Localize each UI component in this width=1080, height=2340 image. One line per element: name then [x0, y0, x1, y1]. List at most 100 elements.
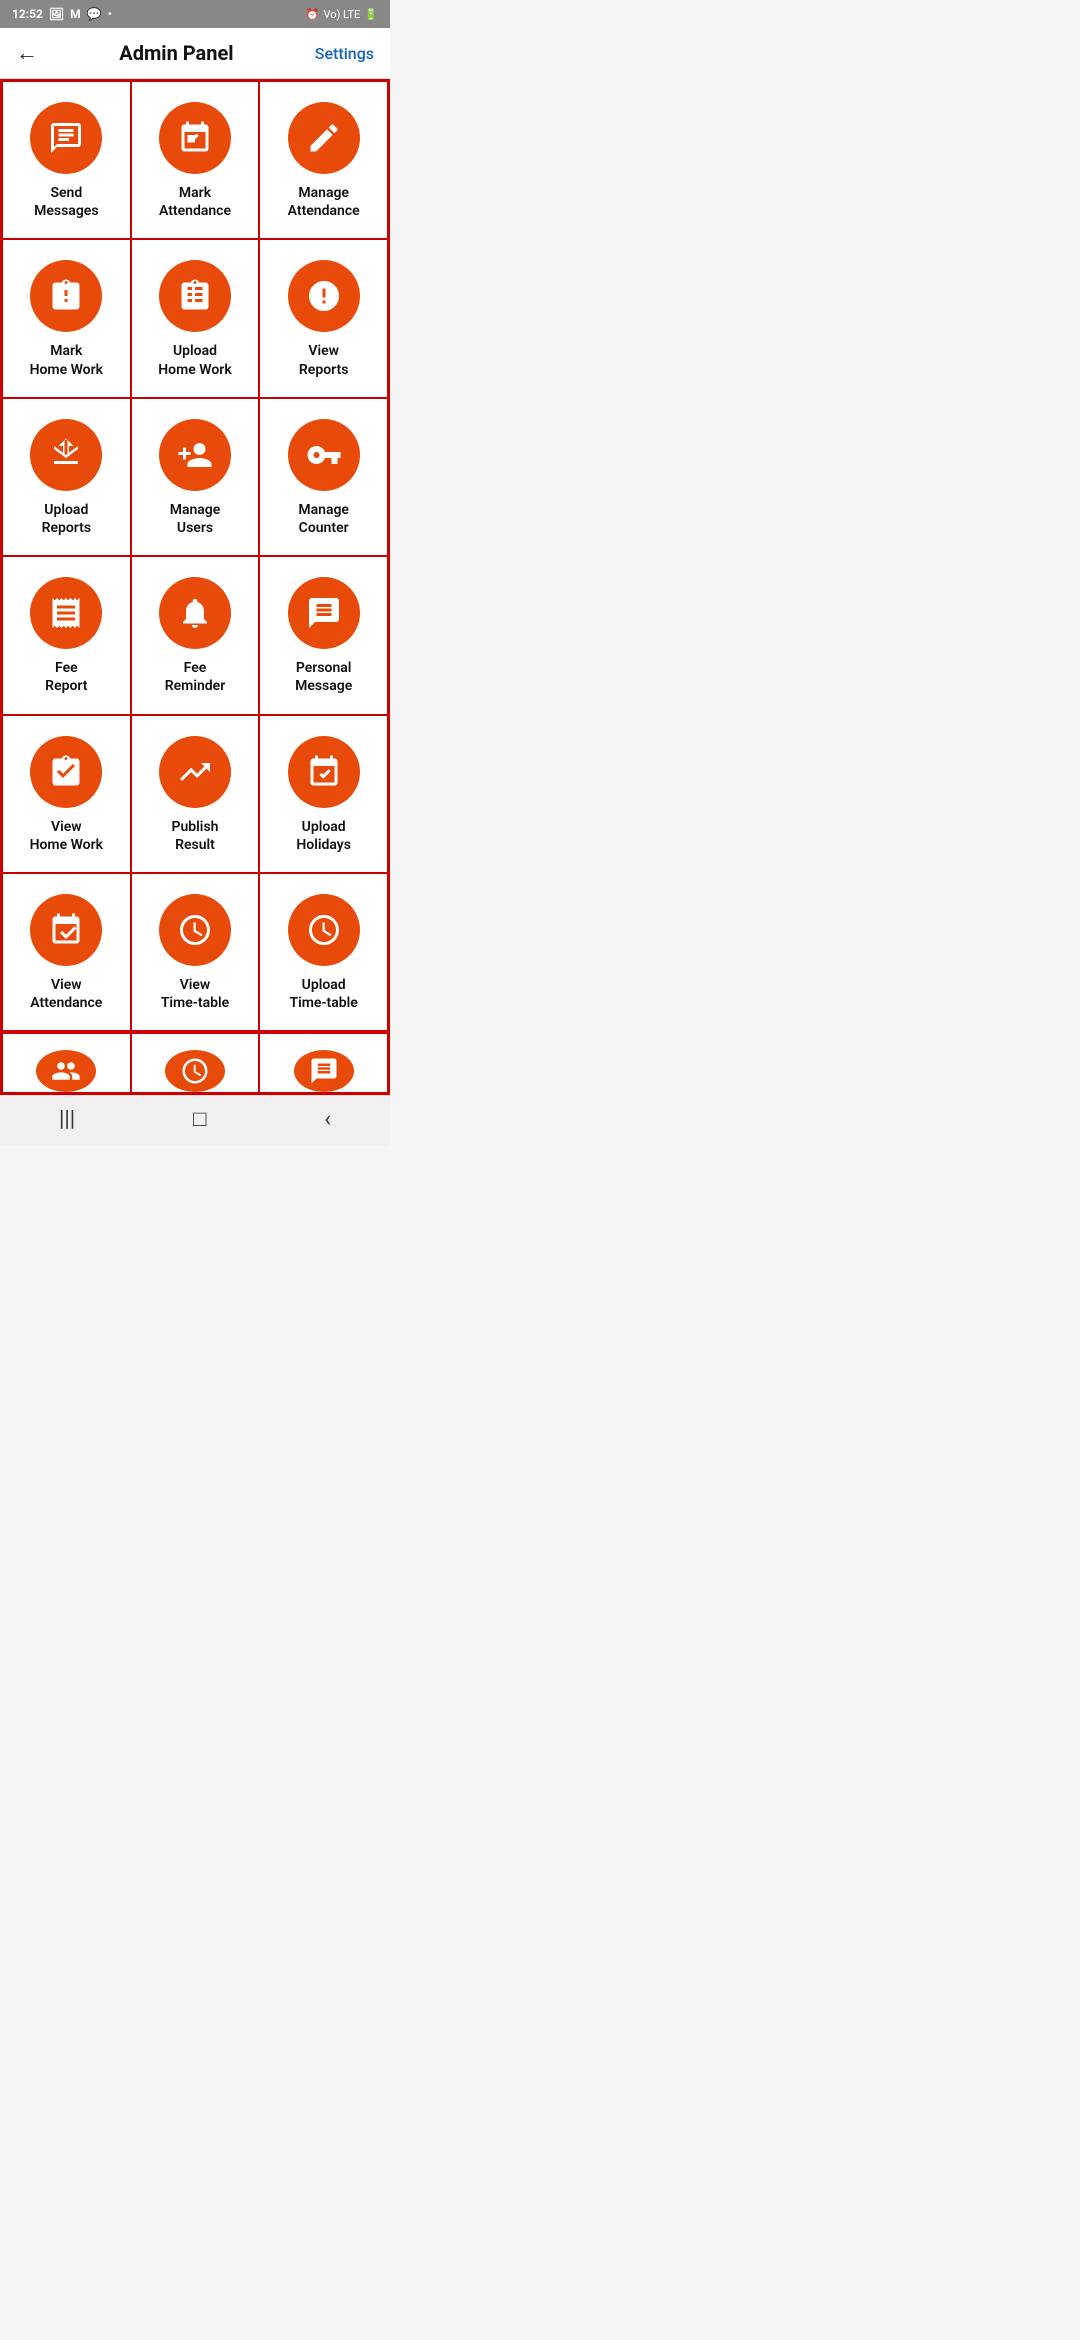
view-homework-label: ViewHome Work	[30, 818, 103, 854]
page-title: Admin Panel	[119, 41, 233, 65]
status-right: ⏰ Vo) LTE 🔋	[306, 8, 378, 21]
top-nav: ← Admin Panel Settings	[0, 28, 390, 79]
grid-item-fee-reminder[interactable]: FeeReminder	[131, 556, 260, 714]
photo-icon: 🖼	[49, 7, 64, 21]
manage-attendance-icon-circle	[288, 102, 360, 174]
clock-icon	[177, 912, 213, 948]
grid-item-personal-message[interactable]: PersonalMessage	[259, 556, 388, 714]
back-button[interactable]: ←	[16, 40, 38, 66]
fee-report-icon-circle	[30, 577, 102, 649]
manage-users-label: ManageUsers	[170, 501, 221, 537]
upload-holidays-icon-circle	[288, 736, 360, 808]
partial-icon-svg-1	[51, 1056, 81, 1086]
status-time: 12:52	[12, 7, 43, 21]
view-reports-label: ViewReports	[299, 342, 349, 378]
fee-reminder-label: FeeReminder	[165, 659, 226, 695]
pencil-icon	[306, 120, 342, 156]
receipt-icon	[48, 595, 84, 631]
partial-item-3[interactable]	[259, 1033, 388, 1093]
mark-homework-label: MarkHome Work	[30, 342, 103, 378]
grid-item-upload-homework[interactable]: UploadHome Work	[131, 239, 260, 397]
nav-home-button[interactable]: □	[193, 1106, 206, 1132]
upload-homework-label: UploadHome Work	[158, 342, 231, 378]
partial-row	[0, 1033, 390, 1095]
mail-icon: M	[70, 7, 81, 21]
upload-timetable-icon-circle	[288, 894, 360, 966]
view-timetable-label: ViewTime-table	[161, 976, 229, 1012]
upload-holidays-label: UploadHolidays	[296, 818, 351, 854]
battery-icon: 🔋	[364, 8, 378, 21]
grid-item-upload-holidays[interactable]: UploadHolidays	[259, 715, 388, 873]
personal-message-label: PersonalMessage	[295, 659, 352, 695]
key-icon	[306, 437, 342, 473]
alarm-icon: ⏰	[306, 8, 320, 21]
add-person-icon	[177, 437, 213, 473]
trending-up-icon	[177, 754, 213, 790]
calendar-check2-icon	[48, 912, 84, 948]
partial-item-1[interactable]	[2, 1033, 131, 1093]
personal-message-icon-circle	[288, 577, 360, 649]
upload-reports-label: UploadReports	[42, 501, 92, 537]
publish-result-label: PublishResult	[172, 818, 219, 854]
manage-counter-icon-circle	[288, 419, 360, 491]
grid-item-manage-counter[interactable]: ManageCounter	[259, 398, 388, 556]
bottom-nav: ||| □ ‹	[0, 1095, 390, 1146]
nav-menu-button[interactable]: |||	[59, 1107, 75, 1132]
settings-button[interactable]: Settings	[315, 44, 374, 63]
publish-result-icon-circle	[159, 736, 231, 808]
view-reports-icon-circle	[288, 260, 360, 332]
clock2-icon	[306, 912, 342, 948]
grid-item-fee-report[interactable]: FeeReport	[2, 556, 131, 714]
nav-back-button[interactable]: ‹	[324, 1107, 331, 1132]
grid-item-upload-reports[interactable]: UploadReports	[2, 398, 131, 556]
partial-icon-3	[294, 1050, 354, 1092]
message-icon	[48, 120, 84, 156]
exclaim-circle-icon	[306, 278, 342, 314]
clipboard-list-icon	[177, 278, 213, 314]
fee-reminder-icon-circle	[159, 577, 231, 649]
message-icon: 💬	[87, 7, 102, 21]
view-homework-icon-circle	[30, 736, 102, 808]
partial-icon-2	[165, 1050, 225, 1092]
grid-item-view-attendance[interactable]: ViewAttendance	[2, 873, 131, 1031]
calendar-tick-icon	[306, 754, 342, 790]
send-messages-label: SendMessages	[34, 184, 98, 220]
grid-item-manage-users[interactable]: ManageUsers	[131, 398, 260, 556]
grid-item-view-reports[interactable]: ViewReports	[259, 239, 388, 397]
signal-text: Vo) LTE	[323, 8, 360, 21]
admin-grid: SendMessages MarkAttendance ManageAttend…	[0, 79, 390, 1033]
upload-timetable-label: UploadTime-table	[289, 976, 357, 1012]
view-timetable-icon-circle	[159, 894, 231, 966]
grid-item-view-homework[interactable]: ViewHome Work	[2, 715, 131, 873]
partial-icon-svg-3	[309, 1056, 339, 1086]
grid-item-upload-timetable[interactable]: UploadTime-table	[259, 873, 388, 1031]
clipboard-exclaim-icon	[48, 278, 84, 314]
chat-icon	[306, 595, 342, 631]
grid-item-publish-result[interactable]: PublishResult	[131, 715, 260, 873]
view-attendance-icon-circle	[30, 894, 102, 966]
grid-item-mark-attendance[interactable]: MarkAttendance	[131, 81, 260, 239]
clipboard-check-icon	[48, 754, 84, 790]
dot-icon: •	[108, 7, 112, 21]
fee-report-label: FeeReport	[45, 659, 87, 695]
mark-homework-icon-circle	[30, 260, 102, 332]
view-attendance-label: ViewAttendance	[30, 976, 102, 1012]
grid-item-mark-homework[interactable]: MarkHome Work	[2, 239, 131, 397]
send-messages-icon-circle	[30, 102, 102, 174]
partial-item-2[interactable]	[131, 1033, 260, 1093]
calendar-check-icon	[177, 120, 213, 156]
upload-reports-icon-circle	[30, 419, 102, 491]
bell-icon	[177, 595, 213, 631]
mark-attendance-label: MarkAttendance	[159, 184, 231, 220]
manage-attendance-label: ManageAttendance	[288, 184, 360, 220]
status-left: 12:52 🖼 M 💬 •	[12, 7, 112, 21]
grid-item-view-timetable[interactable]: ViewTime-table	[131, 873, 260, 1031]
status-bar: 12:52 🖼 M 💬 • ⏰ Vo) LTE 🔋	[0, 0, 390, 28]
grid-item-manage-attendance[interactable]: ManageAttendance	[259, 81, 388, 239]
grid-item-send-messages[interactable]: SendMessages	[2, 81, 131, 239]
mark-attendance-icon-circle	[159, 102, 231, 174]
upload-homework-icon-circle	[159, 260, 231, 332]
partial-icon-1	[36, 1050, 96, 1092]
manage-users-icon-circle	[159, 419, 231, 491]
manage-counter-label: ManageCounter	[298, 501, 349, 537]
